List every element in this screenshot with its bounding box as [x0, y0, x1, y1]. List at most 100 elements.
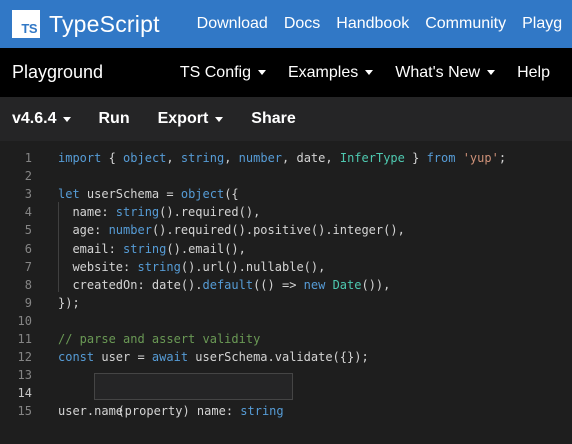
- code-token: number: [108, 223, 152, 238]
- code-line[interactable]: 5 age: number().required().positive().in…: [0, 221, 572, 239]
- hover-tooltip: (property) name: string: [94, 373, 293, 418]
- code-token: {: [101, 151, 124, 165]
- code-line[interactable]: 6 email: string().email(),: [0, 240, 572, 258]
- code-token: website:: [58, 259, 138, 274]
- editor-toolbar: v4.6.4 Run Export Share: [0, 97, 572, 141]
- code-token: userSchema.validate({});: [188, 350, 369, 365]
- code-text: email: string().email(),: [58, 240, 246, 258]
- code-line[interactable]: 15 user.name: [0, 402, 572, 420]
- whats-new-menu[interactable]: What's New: [395, 64, 496, 82]
- code-token: createdOn: date().: [58, 277, 203, 292]
- code-token: default: [202, 277, 254, 292]
- share-button[interactable]: Share: [251, 110, 295, 128]
- code-token: date: [296, 151, 326, 165]
- tooltip-type: string: [240, 404, 284, 418]
- line-number: 5: [24, 223, 32, 238]
- code-text: age: number().required().positive().inte…: [58, 221, 405, 239]
- code-token: ,: [166, 151, 181, 165]
- code-token: let: [58, 187, 80, 202]
- code-text: website: string().url().nullable(),: [58, 258, 325, 276]
- line-number: 8: [24, 277, 32, 292]
- brand-name: TypeScript: [49, 10, 160, 37]
- code-token: });: [58, 295, 80, 310]
- code-token: userSchema =: [79, 187, 181, 202]
- line-number: 4: [24, 205, 32, 220]
- nav-link-handbook[interactable]: Handbook: [336, 15, 409, 33]
- playground-menu: TS Config Examples What's New Help: [180, 64, 572, 82]
- code-token: const: [58, 350, 95, 365]
- code-token: object: [180, 187, 225, 202]
- code-token: (() =>: [253, 277, 304, 292]
- code-line[interactable]: 7 website: string().url().nullable(),: [0, 258, 572, 276]
- code-text: name: string().required(),: [58, 203, 260, 221]
- code-text: const user = await userSchema.validate({…: [58, 348, 369, 366]
- line-number: 13: [17, 368, 32, 383]
- code-token: name:: [58, 205, 116, 220]
- code-line[interactable]: 2: [0, 167, 572, 185]
- code-token: await: [151, 350, 189, 365]
- nav-link-community[interactable]: Community: [425, 15, 506, 33]
- caret-down-icon: [365, 70, 374, 75]
- line-number: 6: [24, 241, 32, 256]
- page-title: Playground: [12, 62, 104, 82]
- run-button[interactable]: Run: [98, 110, 129, 128]
- ts-config-menu[interactable]: TS Config: [180, 64, 266, 82]
- code-line[interactable]: 8 createdOn: date().default(() => new Da…: [0, 276, 572, 294]
- code-text: // parse and assert validity: [58, 330, 260, 348]
- code-token: ,: [325, 151, 340, 165]
- code-token: import: [58, 151, 102, 165]
- code-token: string: [180, 151, 225, 165]
- code-token: // parse and assert validity: [58, 332, 261, 346]
- code-line[interactable]: 10: [0, 312, 572, 330]
- line-number: 1: [24, 151, 32, 165]
- code-token: email:: [58, 241, 124, 256]
- code-line[interactable]: 12 const user = await userSchema.validate…: [0, 348, 572, 366]
- code-text: import { object, string, number, date, I…: [58, 149, 506, 167]
- code-token: string: [123, 241, 167, 256]
- code-line[interactable]: 11 // parse and assert validity: [0, 330, 572, 348]
- line-number: 10: [17, 313, 32, 328]
- code-token: ().email(),: [166, 241, 246, 256]
- code-token: ,: [282, 151, 297, 165]
- code-token: from: [426, 151, 456, 165]
- top-navbar: TS TypeScript Download Docs Handbook Com…: [0, 0, 572, 48]
- code-token: }: [404, 151, 427, 165]
- nav-link-download[interactable]: Download: [197, 15, 268, 33]
- examples-menu[interactable]: Examples: [288, 64, 374, 82]
- code-line[interactable]: 4 name: string().required(),: [0, 203, 572, 221]
- typescript-logo-link[interactable]: TS TypeScript: [12, 10, 160, 38]
- code-token: ().required(),: [159, 205, 261, 220]
- code-text: createdOn: date().default(() => new Date…: [58, 276, 390, 294]
- code-token: string: [115, 205, 160, 220]
- playground-navbar: Playground TS Config Examples What's New…: [0, 48, 572, 97]
- ts-logo-icon: TS: [12, 10, 40, 38]
- help-menu[interactable]: Help: [517, 64, 550, 82]
- export-menu[interactable]: Export: [158, 110, 224, 128]
- line-number: 2: [24, 169, 32, 184]
- code-token: Date: [332, 277, 362, 292]
- code-token: ;: [498, 151, 507, 165]
- code-token: string: [137, 259, 181, 274]
- code-text: });: [58, 294, 80, 312]
- code-token: number: [238, 151, 283, 165]
- caret-down-icon: [257, 70, 266, 75]
- top-nav-links: Download Docs Handbook Community Playg: [197, 15, 572, 33]
- code-token: user =: [94, 350, 152, 365]
- code-token: age:: [58, 223, 109, 238]
- code-token: new: [303, 277, 326, 292]
- code-token: ().required().positive().integer(),: [151, 223, 405, 238]
- line-number: 14: [17, 386, 32, 401]
- tooltip-text: (property) name:: [117, 404, 241, 418]
- nav-link-playground[interactable]: Playg: [522, 15, 562, 33]
- code-token: InferType: [339, 151, 405, 165]
- code-line[interactable]: 9});: [0, 294, 572, 312]
- caret-down-icon: [63, 116, 72, 122]
- nav-link-docs[interactable]: Docs: [284, 15, 320, 33]
- code-line[interactable]: 3 let userSchema = object({: [0, 185, 572, 203]
- code-text: let userSchema = object({: [58, 185, 239, 203]
- line-number: 9: [24, 295, 32, 310]
- version-select[interactable]: v4.6.4: [12, 110, 72, 128]
- line-number: 7: [24, 259, 32, 274]
- code-line[interactable]: 1 import { object, string, number, date, …: [0, 149, 572, 167]
